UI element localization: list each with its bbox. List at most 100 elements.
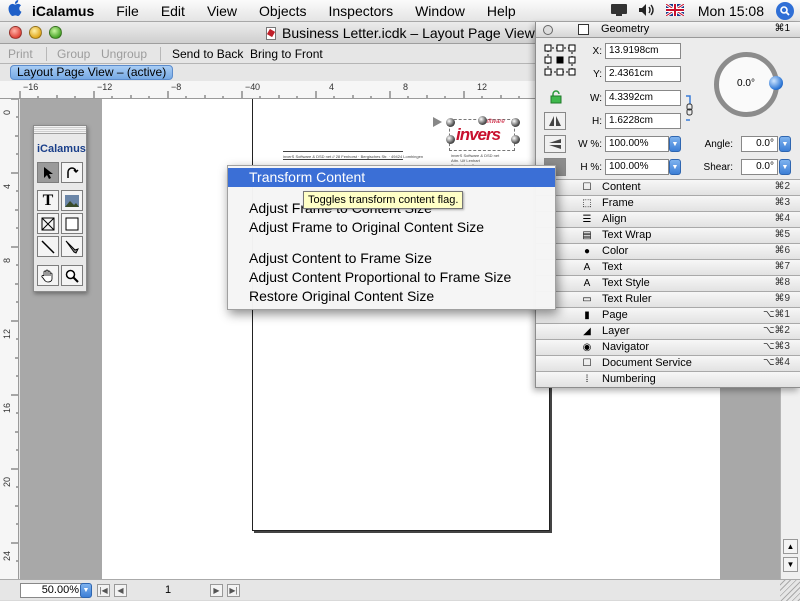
image-tool-icon[interactable]	[61, 190, 83, 211]
page-number[interactable]: 1	[165, 584, 171, 596]
frame-handle[interactable]	[446, 135, 455, 144]
menu-edit[interactable]: Edit	[150, 3, 196, 19]
inspector-item-content[interactable]: ☐ Content ⌘2	[536, 179, 800, 195]
x-position-field[interactable]: 13.9198cm	[605, 43, 681, 59]
reference-point-selector[interactable]	[544, 44, 576, 76]
inspector-item-text-ruler[interactable]: ▭ Text Ruler ⌘9	[536, 291, 800, 307]
text-icon: A	[583, 262, 591, 273]
uk-flag-icon[interactable]	[664, 2, 685, 19]
inspector-item-page[interactable]: ▮ Page ⌥⌘1	[536, 307, 800, 323]
text-tool-icon[interactable]: T	[37, 190, 59, 211]
shear-field[interactable]: 0.0°	[741, 159, 778, 175]
frame-handle-arrow[interactable]	[433, 117, 442, 127]
width-label: W:	[589, 93, 602, 104]
line-tool-icon[interactable]	[37, 236, 59, 257]
app-menu[interactable]: iCalamus	[30, 3, 105, 19]
menu-bar: iCalamus File Edit View Objects Inspecto…	[0, 0, 800, 22]
pointer-tool-icon[interactable]	[37, 162, 59, 183]
rotate-tool-icon[interactable]	[61, 162, 83, 183]
lock-icon[interactable]	[550, 90, 562, 104]
next-page-icon[interactable]: ▶	[210, 584, 223, 597]
width-percent-field[interactable]: 100.00%	[605, 136, 669, 152]
zoom-window-button[interactable]	[49, 26, 62, 39]
flip-horizontal-icon[interactable]	[544, 112, 566, 130]
chain-link-icon[interactable]	[684, 94, 694, 122]
menu-window[interactable]: Window	[404, 3, 476, 19]
rectangle-tool-icon[interactable]	[61, 213, 83, 234]
width-percent-popup-icon[interactable]: ▼	[669, 136, 681, 152]
inspector-item-document-service[interactable]: ☐ Document Service ⌥⌘4	[536, 355, 800, 371]
y-position-field[interactable]: 2.4361cm	[605, 66, 681, 82]
menu-file[interactable]: File	[105, 3, 150, 19]
scroll-up-arrow-icon[interactable]: ▲	[783, 539, 798, 554]
menu-item-adjust-frame-to-original[interactable]: Adjust Frame to Original Content Size	[228, 218, 555, 237]
menu-help[interactable]: Help	[476, 3, 527, 19]
zoom-tool-icon[interactable]	[61, 265, 83, 286]
height-percent-popup-icon[interactable]: ▼	[669, 159, 681, 175]
ungroup-button[interactable]: Ungroup	[101, 47, 147, 61]
inspector-item-numbering[interactable]: ⁞ Numbering	[536, 371, 800, 387]
tab-layout-page-view[interactable]: Layout Page View – (active)	[10, 65, 174, 80]
inspector-item-text-wrap[interactable]: ▤ Text Wrap ⌘5	[536, 227, 800, 243]
menu-objects[interactable]: Objects	[248, 3, 317, 19]
zoom-popup-icon[interactable]: ▼	[80, 583, 92, 598]
last-page-icon[interactable]: ▶|	[227, 584, 240, 597]
first-page-icon[interactable]: |◀	[97, 584, 110, 597]
menu-view[interactable]: View	[196, 3, 248, 19]
ruler-label: 24	[2, 550, 12, 561]
geometry-header[interactable]: Geometry ⌘1	[536, 22, 800, 38]
inspector-item-text[interactable]: A Text ⌘7	[536, 259, 800, 275]
inspector-item-align[interactable]: ☰ Align ⌘4	[536, 211, 800, 227]
inspector-item-frame[interactable]: ⬚ Frame ⌘3	[536, 195, 800, 211]
menu-item-restore-original-content[interactable]: Restore Original Content Size	[228, 287, 555, 306]
close-window-button[interactable]	[9, 26, 22, 39]
bezier-pen-tool-icon[interactable]	[61, 236, 83, 257]
palette-title-bar[interactable]	[34, 126, 86, 134]
color-icon: ●	[583, 246, 591, 257]
send-to-back-button[interactable]: Send to Back	[172, 47, 243, 61]
vertical-ruler[interactable]: 0 4 8 12 16 20 24	[0, 99, 19, 579]
minimize-window-button[interactable]	[29, 26, 42, 39]
close-panel-icon[interactable]	[543, 25, 553, 35]
angle-field[interactable]: 0.0°	[741, 136, 778, 152]
spotlight-search-icon[interactable]	[776, 2, 794, 20]
frame-handle[interactable]	[511, 135, 520, 144]
rotation-knob-icon[interactable]	[769, 76, 783, 90]
menu-item-transform-content[interactable]: Transform Content	[228, 168, 555, 187]
hand-tool-icon[interactable]	[37, 265, 59, 286]
shear-popup-icon[interactable]: ▼	[779, 159, 791, 175]
previous-page-icon[interactable]: ◀	[114, 584, 127, 597]
volume-icon[interactable]	[638, 3, 656, 20]
width-field[interactable]: 4.3392cm	[605, 90, 681, 106]
angle-popup-icon[interactable]: ▼	[779, 136, 791, 152]
rotation-dial-value: 0.0°	[737, 78, 755, 89]
height-percent-field[interactable]: 100.00%	[605, 159, 669, 175]
zoom-level-field[interactable]: 50.00%	[20, 583, 84, 598]
frame-handle[interactable]	[478, 116, 487, 125]
menu-inspectors[interactable]: Inspectors	[318, 3, 405, 19]
group-button[interactable]: Group	[57, 47, 90, 61]
inspector-item-label: Text	[602, 261, 623, 273]
tool-palette: iCalamus T	[33, 125, 87, 292]
apple-menu-icon[interactable]	[0, 0, 30, 21]
inspector-item-color[interactable]: ● Color ⌘6	[536, 243, 800, 259]
inspector-item-text-style[interactable]: A Text Style ⌘8	[536, 275, 800, 291]
print-button[interactable]: Print	[8, 47, 33, 61]
inspector-item-shortcut: ⌥⌘3	[762, 341, 790, 352]
frame-handle[interactable]	[511, 118, 520, 127]
menu-item-adjust-content-proportional[interactable]: Adjust Content Proportional to Frame Siz…	[228, 268, 555, 287]
flip-vertical-icon[interactable]	[544, 135, 566, 153]
inspector-item-navigator[interactable]: ◉ Navigator ⌥⌘3	[536, 339, 800, 355]
bring-to-front-button[interactable]: Bring to Front	[250, 47, 323, 61]
inspector-item-shortcut: ⌘4	[774, 213, 790, 224]
resize-grip-icon[interactable]	[780, 580, 800, 601]
display-icon[interactable]	[610, 3, 628, 20]
menu-clock[interactable]: Mon 15:08	[698, 3, 764, 19]
inspector-item-layer[interactable]: ◢ Layer ⌥⌘2	[536, 323, 800, 339]
picture-frame-tool-icon[interactable]	[37, 213, 59, 234]
frame-handle[interactable]	[446, 118, 455, 127]
document-page[interactable]: inverS Software & DSD net // 28 Fenhorst…	[252, 99, 550, 531]
scroll-down-arrow-icon[interactable]: ▼	[783, 557, 798, 572]
height-field[interactable]: 1.6228cm	[605, 113, 681, 129]
menu-item-adjust-content-to-frame[interactable]: Adjust Content to Frame Size	[228, 249, 555, 268]
